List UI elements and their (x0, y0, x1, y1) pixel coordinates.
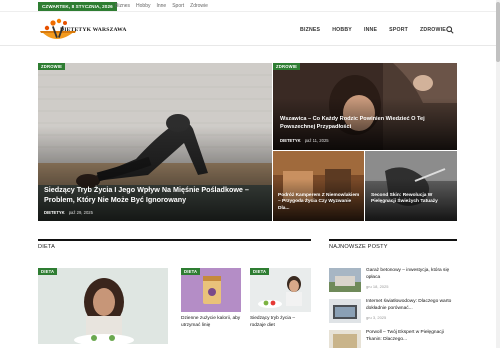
latest-item-1-date: gru 18, 2025 (366, 284, 389, 289)
latest-item-3-thumb[interactable] (329, 330, 361, 348)
nav-hobby[interactable]: HOBBY (332, 27, 352, 33)
top-link-sport[interactable]: Sport (172, 3, 184, 9)
search-icon[interactable] (446, 26, 454, 34)
dieta-main-card[interactable] (38, 268, 168, 344)
date-badge: CZWARTEK, 8 STYCZNIA, 2026 (38, 2, 117, 11)
nav-biznes[interactable]: BIZNES (300, 27, 320, 33)
dieta-item-1-tag[interactable]: DIETA (181, 268, 201, 275)
dieta-item-2-title[interactable]: Siedzący tryb życia – rodzaje diet (250, 316, 312, 329)
hero-main-meta: DIETETYK paź 29, 2025 (44, 210, 93, 215)
top-link-biznes[interactable]: Biznes (115, 3, 130, 9)
latest-heading-line (329, 239, 457, 241)
hero-main-tag[interactable]: ZDROWIE (38, 63, 66, 70)
logo-text[interactable]: DIETETYK WARSZAWA (60, 27, 127, 33)
latest-item-1-title[interactable]: Garaż betonowy – inwestycja, która się o… (366, 268, 458, 281)
hero-bottom-right-title[interactable]: Second Skin: Rewolucja W Pielęgnacji Świ… (371, 193, 453, 206)
header-divider (0, 45, 500, 46)
nav-sport[interactable]: SPORT (389, 27, 408, 33)
dieta-heading: DIETA (38, 244, 56, 250)
latest-item-2-title[interactable]: Internet światłowodowy: Dlaczego warto d… (366, 299, 458, 312)
top-link-inne[interactable]: Inne (156, 3, 166, 9)
hero-top-right-card[interactable]: Wszawica – Co Każdy Rodzic Powinien Wied… (273, 63, 457, 150)
hero-top-right-tag[interactable]: ZDROWIE (273, 63, 301, 70)
hero-main-title[interactable]: Siedzący Tryb Życia I Jego Wpływ Na Mięś… (44, 185, 264, 204)
top-link-zdrowie[interactable]: Zdrowie (190, 3, 208, 9)
hero-main-overlay (38, 126, 272, 221)
dieta-item-1-title[interactable]: Dzienne zużycie kalorii, aby utrzymać li… (181, 316, 243, 329)
dieta-item-2-tag[interactable]: DIETA (250, 268, 270, 275)
hero-top-right-date: paź 11, 2025 (304, 138, 329, 143)
top-bar: CZWARTEK, 8 STYCZNIA, 2026 Biznes Hobby … (0, 0, 500, 12)
top-links: Biznes Hobby Inne Sport Zdrowie (115, 3, 208, 9)
main-nav: BIZNES HOBBY INNE SPORT ZDROWIE (300, 27, 446, 33)
latest-item-3-title[interactable]: Porwoll – Twój Ekspert w Pielęgnacji Tka… (366, 330, 458, 343)
top-link-hobby[interactable]: Hobby (136, 3, 150, 9)
nav-inne[interactable]: INNE (364, 27, 377, 33)
dieta-heading-line (38, 239, 311, 241)
dieta-main-tag[interactable]: DIETA (38, 268, 58, 275)
latest-item-2-date: gru 3, 2025 (366, 315, 387, 320)
latest-item-2-thumb[interactable] (329, 299, 361, 323)
hero-bottom-left-card[interactable]: Podróż Kamperem Z Niemowlakiem – Przygod… (273, 151, 364, 221)
latest-item-1-thumb[interactable] (329, 268, 361, 292)
nav-zdrowie[interactable]: ZDROWIE (420, 27, 446, 33)
hero-main-author[interactable]: DIETETYK (44, 210, 65, 215)
hero-top-right-author[interactable]: DIETETYK (280, 138, 301, 143)
hero-main-card[interactable]: Siedzący Tryb Życia I Jego Wpływ Na Mięś… (38, 63, 272, 221)
latest-heading: NAJNOWSZE POSTY (329, 244, 388, 250)
hero-top-right-title[interactable]: Wszawica – Co Każdy Rodzic Powinien Wied… (280, 116, 450, 131)
hero-bottom-left-title[interactable]: Podróż Kamperem Z Niemowlakiem – Przygod… (278, 193, 360, 212)
hero-main-date: paź 29, 2025 (68, 210, 93, 215)
hero-bottom-right-card[interactable]: Second Skin: Rewolucja W Pielęgnacji Świ… (365, 151, 457, 221)
hero-top-right-meta: DIETETYK paź 11, 2025 (280, 138, 329, 143)
dieta-main-image (38, 268, 168, 344)
scrollbar-thumb[interactable] (496, 2, 500, 62)
